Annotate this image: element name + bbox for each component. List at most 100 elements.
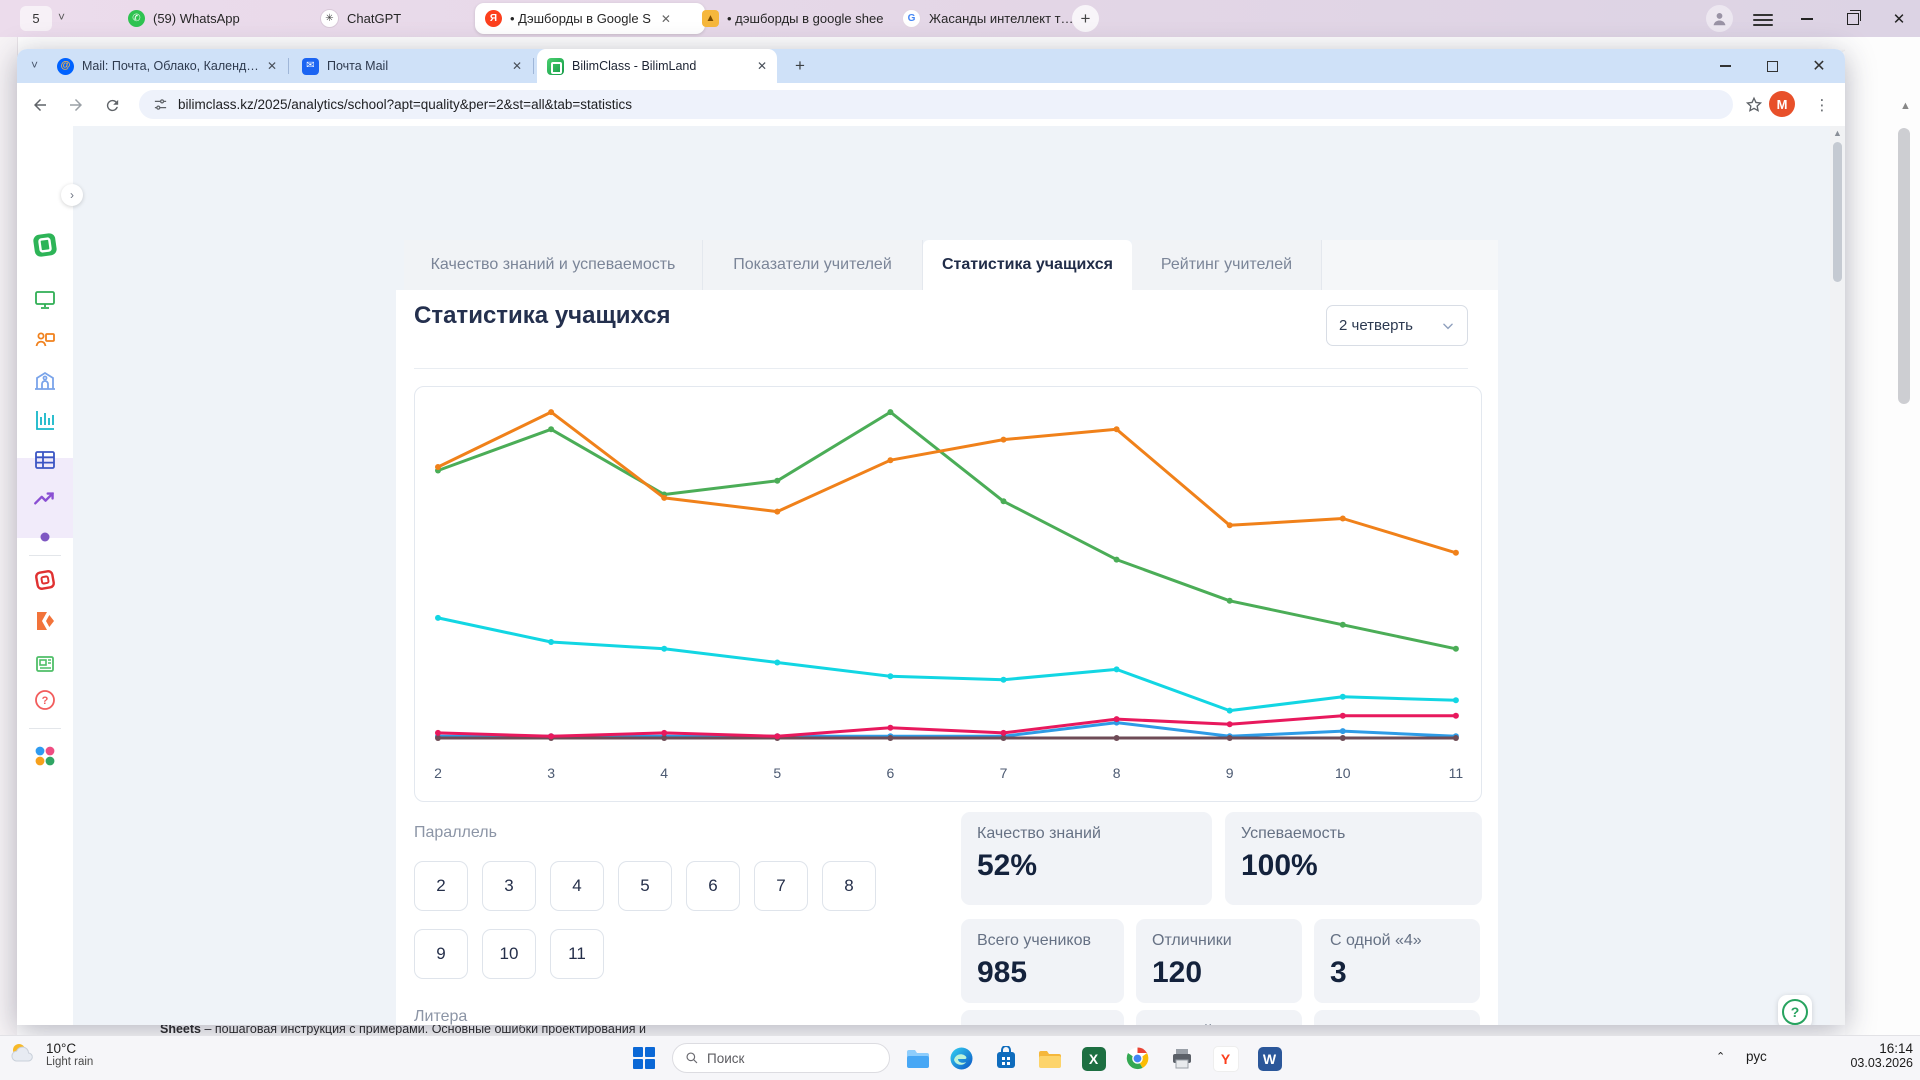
parallel-button-2[interactable]: 2 [414,861,468,911]
taskbar-icon-excel[interactable]: X [1080,1045,1107,1072]
help-button[interactable]: ? [1778,995,1812,1025]
chrome-tab[interactable]: @Mail: Почта, Облако, Календар✕ [47,49,287,83]
sidebar-item-analytics-active[interactable] [17,479,73,519]
parallel-button-6[interactable]: 6 [686,861,740,911]
chrome-new-tab-button[interactable]: + [795,56,805,76]
bilimclass-logo-icon[interactable] [17,225,73,265]
stat-card: С одной «4»3 [1314,919,1480,1003]
taskbar-icon-edge[interactable] [948,1045,975,1072]
window-maximize-button[interactable] [1752,49,1792,83]
taskbar-icon-chrome[interactable] [1124,1045,1151,1072]
svg-text:8: 8 [1113,765,1121,781]
sidebar-item-dot[interactable] [17,517,73,557]
parallel-button-10[interactable]: 10 [482,929,536,979]
stat-label: Успеваемость [1241,825,1466,843]
page-title: Статистика учащихся [414,302,671,330]
taskbar-icon-printer[interactable] [1168,1045,1195,1072]
parallel-button-3[interactable]: 3 [482,861,536,911]
underlying-text: Sheets – пошаговая инструкция с примерам… [160,1025,646,1035]
outer-tab[interactable]: Я• Дэшборды в Google S✕ [475,3,705,34]
outer-tab[interactable]: ✆(59) WhatsApp [118,3,323,34]
language-indicator[interactable]: рус [1746,1049,1767,1064]
taskbar-icon-file-explorer[interactable] [904,1045,931,1072]
minimize-button[interactable] [1790,0,1824,37]
taskbar-search[interactable]: Поиск [672,1043,890,1073]
tab-student-statistics[interactable]: Статистика учащихся [923,240,1132,290]
forward-icon[interactable] [63,92,89,118]
window-minimize-button[interactable] [1705,49,1745,83]
url-text[interactable]: bilimclass.kz/2025/analytics/school?apt=… [178,97,632,112]
envelope-icon: ✉ [302,58,319,75]
close-icon[interactable]: ✕ [267,59,277,73]
start-button[interactable] [633,1047,655,1069]
scroll-up-arrow[interactable]: ▲ [1833,128,1842,138]
tab-teacher-rating[interactable]: Рейтинг учителей [1132,240,1322,290]
sidebar-item-bilim-red-logo[interactable] [17,560,73,600]
file-explorer-icon [905,1047,931,1071]
chevron-down-icon[interactable]: ˅ [58,10,65,24]
sidebar-item-apps-grid[interactable] [17,734,73,778]
sidebar-item-table[interactable] [17,440,73,480]
quarter-select[interactable]: 2 четверть [1326,305,1468,346]
mailru-icon: @ [57,58,74,75]
chevron-down-icon [1441,319,1455,333]
bookmark-star-icon[interactable] [1741,92,1767,118]
restore-button[interactable] [1836,0,1870,37]
tab-teacher-indicators[interactable]: Показатели учителей [703,240,923,290]
chrome-tab[interactable]: ✉Почта Mail✕ [292,49,532,83]
stat-label: Качество знаний [977,825,1196,843]
close-button[interactable]: ✕ [1882,0,1916,37]
svg-text:9: 9 [1226,765,1234,781]
stat-card: Всего учеников985 [961,919,1124,1003]
outer-scrollbar[interactable] [1898,128,1910,404]
outer-tab[interactable]: ▲• дэшборды в google shee [692,3,904,34]
sidebar-item-bar-chart[interactable] [17,400,73,440]
url-bar[interactable]: bilimclass.kz/2025/analytics/school?apt=… [139,90,1733,119]
tab-search-chevron-icon[interactable]: ˅ [31,58,38,72]
parallel-button-4[interactable]: 4 [550,861,604,911]
parallel-button-8[interactable]: 8 [822,861,876,911]
parallel-button-9[interactable]: 9 [414,929,468,979]
close-icon[interactable]: ✕ [757,59,767,73]
store-icon [994,1046,1018,1071]
outer-tab[interactable]: GЖасанды интеллект техн [892,3,1090,34]
parallel-button-5[interactable]: 5 [618,861,672,911]
page-scrollbar[interactable]: ▲ [1830,126,1845,1025]
bilimclass-page: › [17,126,1845,1025]
site-settings-icon[interactable] [153,97,168,112]
word-icon: W [1258,1047,1282,1071]
close-icon[interactable]: ✕ [661,12,671,26]
tab-quality[interactable]: Качество знаний и успеваемость [404,240,703,290]
profile-avatar[interactable]: M [1769,91,1795,117]
taskbar-weather[interactable]: 10°C Light rain [8,1039,93,1069]
scrollbar-thumb[interactable] [1833,142,1842,282]
back-icon[interactable] [27,92,53,118]
sidebar-item-news[interactable] [17,644,73,684]
parallel-button-7[interactable]: 7 [754,861,808,911]
taskbar-icon-yandex-app[interactable]: Y [1212,1045,1239,1072]
reload-icon[interactable] [99,92,125,118]
sidebar-item-school[interactable] [17,361,73,401]
sidebar-item-monitor[interactable] [17,280,73,320]
menu-icon[interactable] [1753,11,1773,29]
sidebar-item-help[interactable]: ? [17,680,73,720]
chrome-tab[interactable]: BilimClass - BilimLand✕ [537,49,777,83]
tab-counter[interactable]: 5 [20,6,52,31]
taskbar-icon-store[interactable] [992,1045,1019,1072]
parallel-button-11[interactable]: 11 [550,929,604,979]
sidebar-item-kundelik-logo[interactable] [17,601,73,641]
outer-tab[interactable]: ✳ChatGPT [310,3,488,34]
svg-text:?: ? [42,695,49,707]
profile-avatar-icon[interactable] [1706,5,1733,32]
kebab-menu-icon[interactable]: ⋮ [1809,92,1835,118]
sidebar-expand-button[interactable]: › [61,184,83,206]
close-icon[interactable]: ✕ [512,59,522,73]
taskbar-icon-word[interactable]: W [1256,1045,1283,1072]
sidebar-item-teachers[interactable] [17,319,73,359]
tray-chevron-icon[interactable]: ⌃ [1716,1050,1725,1063]
taskbar-clock[interactable]: 16:14 03.03.2026 [1825,1041,1913,1070]
new-tab-button[interactable]: + [1072,5,1099,32]
scroll-up-arrow[interactable]: ▲ [1900,100,1911,112]
taskbar-icon-folder[interactable] [1036,1045,1063,1072]
window-close-button[interactable]: ✕ [1799,49,1839,83]
